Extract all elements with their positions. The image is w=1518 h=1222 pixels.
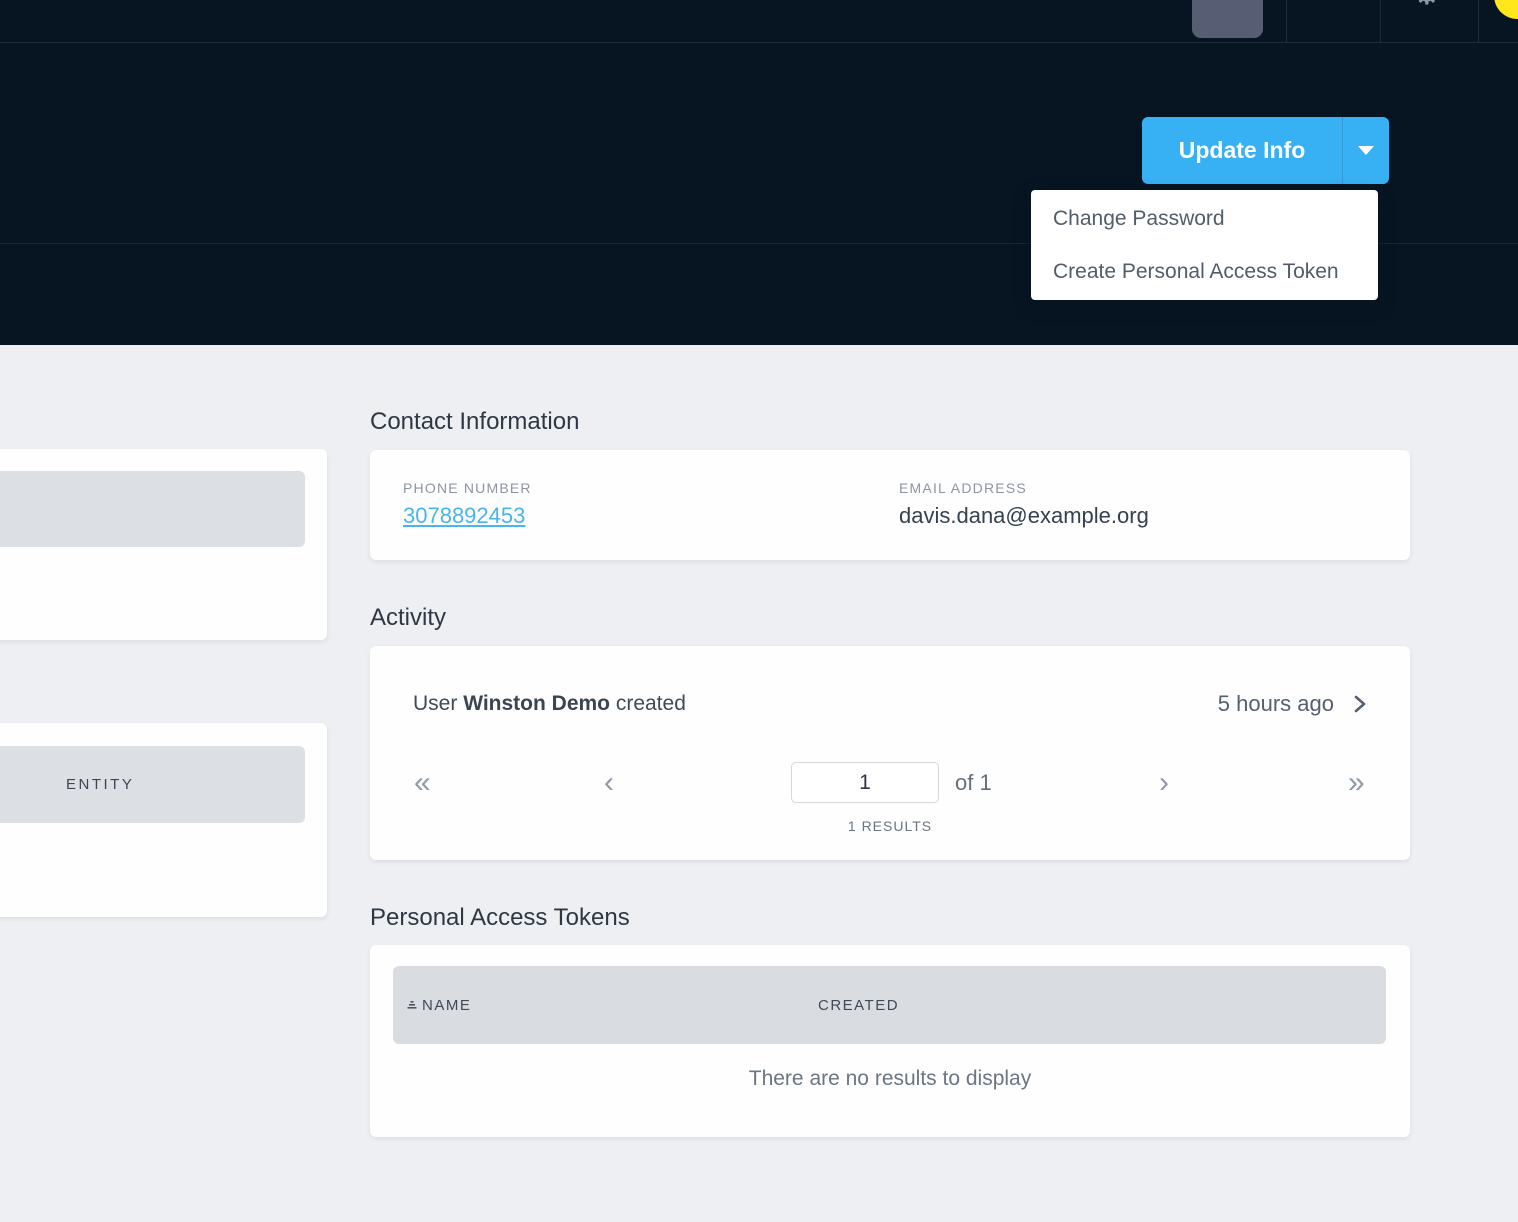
help-icon[interactable]: ? [1324, 0, 1340, 5]
personal-access-tokens-card: NAME CREATED There are no results to dis… [370, 945, 1410, 1137]
user-profile-page: ? ⚙ Update Info Change Password Create P… [0, 0, 1518, 1222]
sort-ascending-icon [406, 999, 418, 1011]
avatar[interactable] [1494, 0, 1518, 19]
previous-page-button[interactable]: ‹ [604, 760, 614, 805]
email-address-value: davis.dana@example.org [899, 503, 1149, 529]
activity-title: Activity [370, 604, 446, 632]
caret-down-icon [1358, 146, 1374, 155]
update-info-dropdown-menu: Change Password Create Personal Access T… [1031, 190, 1378, 300]
tokens-empty-message: There are no results to display [370, 1067, 1410, 1091]
topbar-divider [1286, 0, 1287, 43]
next-page-button[interactable]: › [1159, 760, 1169, 805]
topbar-divider [1478, 0, 1479, 43]
phone-number-link[interactable]: 3078892453 [403, 503, 525, 528]
tokens-column-created[interactable]: CREATED [818, 966, 899, 1044]
top-navigation-bar: ? ⚙ [0, 0, 1518, 43]
chevron-right-icon [1352, 694, 1367, 714]
activity-user-name: Winston Demo [463, 692, 610, 715]
search-button[interactable] [1192, 0, 1263, 38]
last-page-button[interactable]: » [1348, 760, 1365, 805]
tokens-column-name[interactable]: NAME [406, 966, 471, 1044]
entity-column-header: ENTITY [66, 746, 134, 823]
left-card-placeholder-band [0, 471, 305, 547]
menu-item-change-password[interactable]: Change Password [1031, 192, 1378, 245]
contact-information-card: PHONE NUMBER 3078892453 EMAIL ADDRESS da… [370, 450, 1410, 560]
tokens-table-header: NAME CREATED [393, 966, 1386, 1044]
entity-card-header-band: ENTITY [0, 746, 305, 823]
update-info-split-button: Update Info [1142, 117, 1389, 184]
results-count-label: 1 RESULTS [370, 818, 1410, 834]
gear-icon[interactable]: ⚙ [1412, 0, 1442, 12]
page-number-input[interactable] [791, 762, 939, 803]
left-summary-card [0, 449, 327, 640]
update-info-menu-toggle[interactable] [1342, 117, 1389, 184]
page-count-label: of 1 [955, 760, 992, 805]
update-info-button[interactable]: Update Info [1142, 117, 1342, 184]
contact-information-title: Contact Information [370, 408, 579, 436]
first-page-button[interactable]: « [414, 760, 431, 805]
activity-pagination: « ‹ of 1 › » [370, 760, 1410, 805]
personal-access-tokens-title: Personal Access Tokens [370, 904, 630, 932]
topbar-divider [1380, 0, 1381, 43]
menu-item-create-personal-access-token[interactable]: Create Personal Access Token [1031, 245, 1378, 298]
activity-timestamp: 5 hours ago [1218, 691, 1367, 717]
activity-log-row[interactable]: User Winston Demo created 5 hours ago [413, 682, 1367, 726]
phone-number-label: PHONE NUMBER [403, 480, 532, 496]
phone-field: PHONE NUMBER 3078892453 [403, 480, 532, 529]
email-address-label: EMAIL ADDRESS [899, 480, 1149, 496]
entity-card: ENTITY [0, 723, 327, 917]
email-field: EMAIL ADDRESS davis.dana@example.org [899, 480, 1149, 529]
activity-description: User Winston Demo created [413, 692, 686, 716]
search-icon [1211, 0, 1245, 24]
